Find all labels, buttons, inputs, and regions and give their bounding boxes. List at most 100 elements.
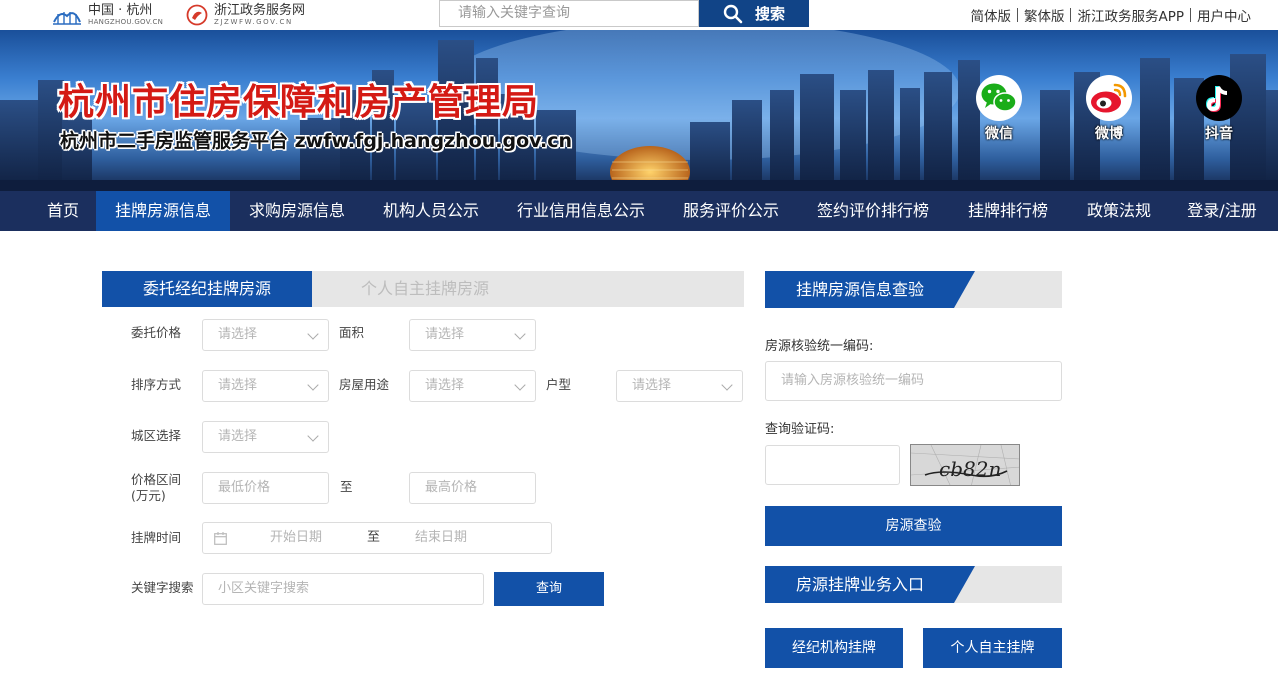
end-date-input[interactable]: 结束日期 <box>415 523 467 553</box>
entry-section-header: 房源挂牌业务入口 <box>765 566 1062 603</box>
chevron-down-icon <box>721 379 733 391</box>
price-select[interactable]: 请选择 <box>202 319 329 351</box>
hangzhou-emblem-icon <box>53 12 81 25</box>
price-range-label: 价格区间 (万元) <box>131 472 181 504</box>
verify-code-input[interactable]: 请输入房源核验统一编码 <box>765 361 1062 401</box>
district-select[interactable]: 请选择 <box>202 421 329 453</box>
divider <box>1190 8 1191 22</box>
agency-listing-button[interactable]: 经纪机构挂牌 <box>765 628 903 668</box>
sort-select-value: 请选择 <box>218 378 258 393</box>
main-nav: 首页 挂牌房源信息 求购房源信息 机构人员公示 行业信用信息公示 服务评价公示 … <box>0 191 1278 231</box>
sort-select[interactable]: 请选择 <box>202 370 329 402</box>
district-select-value: 请选择 <box>218 429 258 444</box>
weibo-label: 微博 <box>1095 126 1123 142</box>
search-input[interactable]: 请输入关键字查询 <box>439 0 699 27</box>
nav-wanted[interactable]: 求购房源信息 <box>230 191 364 231</box>
verify-code-label: 房源核验统一编码: <box>765 339 874 354</box>
captcha-text: cb82n <box>939 457 1001 481</box>
verify-section-header: 挂牌房源信息查验 <box>765 271 1062 308</box>
logo-cn-name: 中国 · 杭州 <box>88 3 153 18</box>
chevron-down-icon <box>307 379 319 391</box>
price-range-unit: (万元) <box>131 488 166 503</box>
nav-signing-ranking[interactable]: 签约评价排行榜 <box>798 191 948 231</box>
wechat-label: 微信 <box>985 126 1013 142</box>
nav-service-rating[interactable]: 服务评价公示 <box>664 191 798 231</box>
usage-label: 房屋用途 <box>339 377 390 392</box>
sort-label: 排序方式 <box>131 377 182 392</box>
tab-personal-listings[interactable]: 个人自主挂牌房源 <box>312 271 538 307</box>
keyword-label: 关键字搜索 <box>131 580 194 595</box>
verify-header-title: 挂牌房源信息查验 <box>795 280 924 299</box>
chevron-down-icon <box>514 379 526 391</box>
layout-label: 户型 <box>546 377 572 392</box>
price-to-label: 至 <box>340 479 353 494</box>
divider <box>1070 8 1072 22</box>
top-links: 简体版 繁体版 浙江政务服务APP 用户中心 <box>970 5 1251 25</box>
nav-policy[interactable]: 政策法规 <box>1068 191 1170 231</box>
wechat-icon <box>976 75 1022 121</box>
start-date-input[interactable]: 开始日期 <box>270 523 322 553</box>
chevron-down-icon <box>514 328 526 340</box>
search-icon <box>723 4 743 23</box>
platform-subtitle: 杭州市二手房监管服务平台 zwfw.fgj.hangzhou.gov.cn <box>60 130 572 152</box>
layout-select[interactable]: 请选择 <box>616 370 743 402</box>
douyin-icon <box>1196 75 1242 121</box>
logo-cn-domain: HANGZHOU.GOV.CN <box>88 18 164 26</box>
douyin-link[interactable]: 抖音 <box>1192 75 1246 143</box>
nav-agencies[interactable]: 机构人员公示 <box>364 191 498 231</box>
divider <box>1016 8 1018 22</box>
link-traditional[interactable]: 繁体版 <box>1024 5 1065 25</box>
captcha-input[interactable] <box>765 445 900 485</box>
chevron-down-icon <box>307 328 319 340</box>
nav-home[interactable]: 首页 <box>30 191 96 231</box>
keyword-input[interactable]: 小区关键字搜索 <box>202 573 484 605</box>
link-user-center[interactable]: 用户中心 <box>1197 5 1251 25</box>
captcha-image[interactable]: cb82n <box>910 444 1020 486</box>
listing-time-label: 挂牌时间 <box>131 530 182 545</box>
captcha-label: 查询验证码: <box>765 422 835 437</box>
search-button-label: 搜索 <box>754 5 785 23</box>
douyin-label: 抖音 <box>1205 126 1233 142</box>
usage-select-value: 请选择 <box>425 378 465 393</box>
logo-zj-name: 浙江政务服务网 <box>214 3 306 18</box>
zjzwfw-logo[interactable]: 浙江政务服务网 ZJZWFW.GOV.CN <box>186 2 305 28</box>
area-label: 面积 <box>339 325 365 340</box>
link-zj-app[interactable]: 浙江政务服务APP <box>1077 5 1184 25</box>
max-price-input[interactable]: 最高价格 <box>409 472 536 504</box>
price-label: 委托价格 <box>131 325 182 340</box>
verify-submit-button[interactable]: 房源查验 <box>765 506 1062 546</box>
tab-agency-listings[interactable]: 委托经纪挂牌房源 <box>102 271 312 307</box>
personal-listing-button[interactable]: 个人自主挂牌 <box>923 628 1062 668</box>
query-button[interactable]: 查询 <box>494 572 604 606</box>
top-bar: 中国 · 杭州 HANGZHOU.GOV.CN 浙江政务服务网 ZJZWFW.G… <box>0 0 1278 30</box>
nav-listings[interactable]: 挂牌房源信息 <box>96 191 230 231</box>
header-banner: 杭州市住房保障和房产管理局 杭州市二手房监管服务平台 zwfw.fgj.hang… <box>0 30 1278 191</box>
min-price-input[interactable]: 最低价格 <box>202 472 329 504</box>
area-select[interactable]: 请选择 <box>409 319 536 351</box>
area-select-value: 请选择 <box>425 327 465 342</box>
layout-select-value: 请选择 <box>632 378 672 393</box>
price-range-label-text: 价格区间 <box>131 472 182 487</box>
nav-login[interactable]: 登录/注册 <box>1170 191 1274 231</box>
chevron-down-icon <box>307 430 319 442</box>
nav-listing-ranking[interactable]: 挂牌排行榜 <box>948 191 1068 231</box>
entry-header-title: 房源挂牌业务入口 <box>795 575 924 594</box>
hangzhou-gov-logo[interactable]: 中国 · 杭州 HANGZHOU.GOV.CN <box>52 2 163 28</box>
zjzwfw-emblem-icon <box>186 4 208 26</box>
date-to-label: 至 <box>367 530 381 545</box>
captcha-graphic: cb82n <box>911 445 1019 485</box>
district-label: 城区选择 <box>131 428 182 443</box>
listing-tabs: 委托经纪挂牌房源 个人自主挂牌房源 <box>102 271 744 307</box>
weibo-link[interactable]: 微博 <box>1082 75 1136 143</box>
date-range-picker[interactable]: 开始日期 至 结束日期 <box>202 522 552 554</box>
wechat-link[interactable]: 微信 <box>972 75 1026 143</box>
logo-zj-domain: ZJZWFW.GOV.CN <box>214 18 293 26</box>
agency-title: 杭州市住房保障和房产管理局 <box>58 82 540 123</box>
search-button[interactable]: 搜索 <box>699 0 809 27</box>
nav-credit[interactable]: 行业信用信息公示 <box>498 191 664 231</box>
weibo-icon <box>1086 75 1132 121</box>
price-select-value: 请选择 <box>218 327 258 342</box>
link-simplified[interactable]: 简体版 <box>970 5 1011 25</box>
calendar-icon <box>214 532 227 545</box>
usage-select[interactable]: 请选择 <box>409 370 536 402</box>
